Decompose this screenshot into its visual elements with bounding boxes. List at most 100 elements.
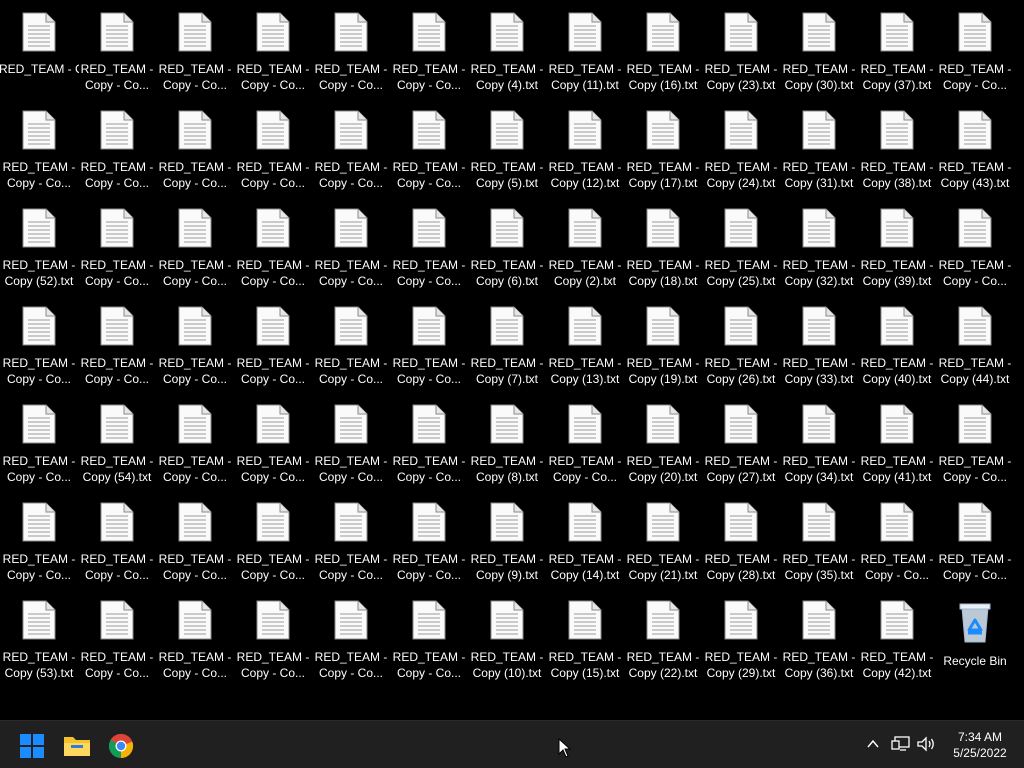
desktop-file[interactable]: RED_TEAM - Copy - Co... — [313, 298, 389, 392]
desktop-file[interactable]: RED_TEAM - Copy (16).txt — [625, 4, 701, 98]
desktop-file[interactable]: RED_TEAM - Copy (39).txt — [859, 200, 935, 294]
desktop-file[interactable]: RED_TEAM - Copy (6).txt — [469, 200, 545, 294]
desktop-file[interactable]: RED_TEAM - Copy - Co... — [79, 494, 155, 588]
desktop-file[interactable]: RED_TEAM - Copy (4).txt — [469, 4, 545, 98]
desktop-file[interactable]: RED_TEAM - Copy - Co... — [235, 396, 311, 490]
desktop-file[interactable]: RED_TEAM - Copy - Co... — [937, 200, 1013, 294]
desktop-file[interactable]: RED_TEAM - Copy - Co... — [313, 494, 389, 588]
desktop-file[interactable]: RED_TEAM - Copy - Co... — [157, 200, 233, 294]
desktop-file[interactable]: RED_TEAM - Copy - Co... — [313, 396, 389, 490]
desktop-file[interactable]: RED_TEAM - Copy (11).txt — [547, 4, 623, 98]
recycle-bin-shortcut[interactable]: Recycle Bin — [937, 596, 1013, 690]
desktop-file[interactable]: RED_TEAM - Copy - Co... — [313, 200, 389, 294]
desktop-file[interactable]: RED_TEAM - Copy (3).txt — [0, 4, 79, 98]
desktop-file[interactable]: RED_TEAM - Copy (20).txt — [625, 396, 701, 490]
desktop-file[interactable]: RED_TEAM - Copy (19).txt — [625, 298, 701, 392]
desktop-file[interactable]: RED_TEAM - Copy (17).txt — [625, 102, 701, 196]
desktop-file[interactable]: RED_TEAM - Copy (25).txt — [703, 200, 779, 294]
desktop-file[interactable]: RED_TEAM - Copy (33).txt — [781, 298, 857, 392]
desktop-file[interactable]: RED_TEAM - Copy - Co... — [391, 298, 467, 392]
desktop-file[interactable]: RED_TEAM - Copy (34).txt — [781, 396, 857, 490]
desktop-file[interactable]: RED_TEAM - Copy - Co... — [391, 494, 467, 588]
desktop-file[interactable]: RED_TEAM - Copy (27).txt — [703, 396, 779, 490]
file-explorer-button[interactable] — [61, 730, 93, 762]
desktop-file[interactable]: RED_TEAM - Copy (18).txt — [625, 200, 701, 294]
desktop-file[interactable]: RED_TEAM - Copy - Co... — [157, 298, 233, 392]
desktop-file[interactable]: RED_TEAM - Copy - Co... — [313, 592, 389, 686]
desktop-file[interactable]: RED_TEAM - Copy (44).txt — [937, 298, 1013, 392]
desktop-file-label: RED_TEAM - Copy - Co... — [80, 356, 154, 386]
desktop-file[interactable]: RED_TEAM - Copy - Co... — [313, 4, 389, 98]
desktop-file[interactable]: RED_TEAM - Copy - Co... — [235, 494, 311, 588]
desktop[interactable]: RED_TEAM - Copy (3).txt RED_TEAM - Copy -… — [0, 0, 1024, 720]
desktop-file[interactable]: RED_TEAM - Copy - Co... — [235, 102, 311, 196]
start-button[interactable] — [16, 730, 48, 762]
desktop-file[interactable]: RED_TEAM - Copy - Co... — [157, 102, 233, 196]
chevron-up-icon[interactable] — [866, 737, 880, 751]
desktop-file[interactable]: RED_TEAM - Copy (31).txt — [781, 102, 857, 196]
desktop-file[interactable]: RED_TEAM - Copy - Co... — [157, 592, 233, 686]
desktop-file[interactable]: RED_TEAM - Copy - Co... — [391, 4, 467, 98]
desktop-file[interactable]: RED_TEAM - Copy (28).txt — [703, 494, 779, 588]
desktop-file[interactable]: RED_TEAM - Copy (30).txt — [781, 4, 857, 98]
desktop-file[interactable]: RED_TEAM - Copy (37).txt — [859, 4, 935, 98]
desktop-file[interactable]: RED_TEAM - Copy (35).txt — [781, 494, 857, 588]
desktop-file[interactable]: RED_TEAM - Copy (13).txt — [547, 298, 623, 392]
desktop-file[interactable]: RED_TEAM - Copy - Co... — [937, 4, 1013, 98]
desktop-file[interactable]: RED_TEAM - Copy - Co... — [937, 396, 1013, 490]
desktop-file[interactable]: RED_TEAM - Copy (5).txt — [469, 102, 545, 196]
desktop-file[interactable]: RED_TEAM - Copy - Co... — [235, 592, 311, 686]
desktop-file[interactable]: RED_TEAM - Copy (14).txt — [547, 494, 623, 588]
desktop-file[interactable]: RED_TEAM - Copy - Co... — [391, 396, 467, 490]
desktop-file[interactable]: RED_TEAM - Copy (26).txt — [703, 298, 779, 392]
desktop-file[interactable]: RED_TEAM - Copy (42).txt — [859, 592, 935, 686]
desktop-file[interactable]: RED_TEAM - Copy - Co... — [391, 592, 467, 686]
desktop-file[interactable]: RED_TEAM - Copy (32).txt — [781, 200, 857, 294]
desktop-file[interactable]: RED_TEAM - Copy (36).txt — [781, 592, 857, 686]
desktop-file[interactable]: RED_TEAM - Copy (22).txt — [625, 592, 701, 686]
desktop-file[interactable]: RED_TEAM - Copy - Co... — [1, 298, 77, 392]
desktop-file[interactable]: RED_TEAM - Copy - Co... — [79, 200, 155, 294]
desktop-file[interactable]: RED_TEAM - Copy (54).txt — [79, 396, 155, 490]
desktop-file[interactable]: RED_TEAM - Copy - Co... — [235, 200, 311, 294]
clock[interactable]: 7:34 AM 5/25/2022 — [940, 729, 1020, 761]
desktop-file[interactable]: RED_TEAM - Copy (15).txt — [547, 592, 623, 686]
desktop-file[interactable]: RED_TEAM - Copy (8).txt — [469, 396, 545, 490]
desktop-file[interactable]: RED_TEAM - Copy - Co... — [235, 4, 311, 98]
chrome-button[interactable] — [105, 730, 137, 762]
desktop-file[interactable]: RED_TEAM - Copy (10).txt — [469, 592, 545, 686]
volume-icon[interactable] — [916, 735, 936, 753]
desktop-file[interactable]: RED_TEAM - Copy (23).txt — [703, 4, 779, 98]
desktop-file[interactable]: RED_TEAM - Copy - Co... — [547, 396, 623, 490]
desktop-file[interactable]: RED_TEAM - Copy - Co... — [157, 494, 233, 588]
desktop-file[interactable]: RED_TEAM - Copy (21).txt — [625, 494, 701, 588]
desktop-file[interactable]: RED_TEAM - Copy - Co... — [157, 396, 233, 490]
desktop-file[interactable]: RED_TEAM - Copy - Co... — [235, 298, 311, 392]
desktop-file[interactable]: RED_TEAM - Copy - Co... — [391, 200, 467, 294]
desktop-file[interactable]: RED_TEAM - Copy (2).txt — [547, 200, 623, 294]
desktop-file[interactable]: RED_TEAM - Copy (29).txt — [703, 592, 779, 686]
desktop-file[interactable]: RED_TEAM - Copy (24).txt — [703, 102, 779, 196]
desktop-file[interactable]: RED_TEAM - Copy (38).txt — [859, 102, 935, 196]
desktop-file[interactable]: RED_TEAM - Copy - Co... — [313, 102, 389, 196]
desktop-file[interactable]: RED_TEAM - Copy (7).txt — [469, 298, 545, 392]
desktop-file[interactable]: RED_TEAM - Copy - Co... — [937, 494, 1013, 588]
desktop-file[interactable]: RED_TEAM - Copy (40).txt — [859, 298, 935, 392]
desktop-file[interactable]: RED_TEAM - Copy (9).txt — [469, 494, 545, 588]
desktop-file[interactable]: RED_TEAM - Copy (41).txt — [859, 396, 935, 490]
desktop-file[interactable]: RED_TEAM - Copy - Co... — [79, 102, 155, 196]
desktop-file[interactable]: RED_TEAM - Copy (12).txt — [547, 102, 623, 196]
desktop-file[interactable]: RED_TEAM - Copy - Co... — [79, 4, 155, 98]
desktop-file[interactable]: RED_TEAM - Copy (43).txt — [937, 102, 1013, 196]
desktop-file[interactable]: RED_TEAM - Copy - Co... — [1, 494, 77, 588]
network-icon[interactable] — [891, 735, 911, 753]
desktop-file[interactable]: RED_TEAM - Copy (52).txt — [1, 200, 77, 294]
desktop-file[interactable]: RED_TEAM - Copy - Co... — [79, 592, 155, 686]
desktop-file[interactable]: RED_TEAM - Copy (53).txt — [1, 592, 77, 686]
desktop-file[interactable]: RED_TEAM - Copy - Co... — [157, 4, 233, 98]
desktop-file[interactable]: RED_TEAM - Copy - Co... — [859, 494, 935, 588]
desktop-file[interactable]: RED_TEAM - Copy - Co... — [1, 102, 77, 196]
desktop-file[interactable]: RED_TEAM - Copy - Co... — [79, 298, 155, 392]
desktop-file[interactable]: RED_TEAM - Copy - Co... — [1, 396, 77, 490]
desktop-file[interactable]: RED_TEAM - Copy - Co... — [391, 102, 467, 196]
